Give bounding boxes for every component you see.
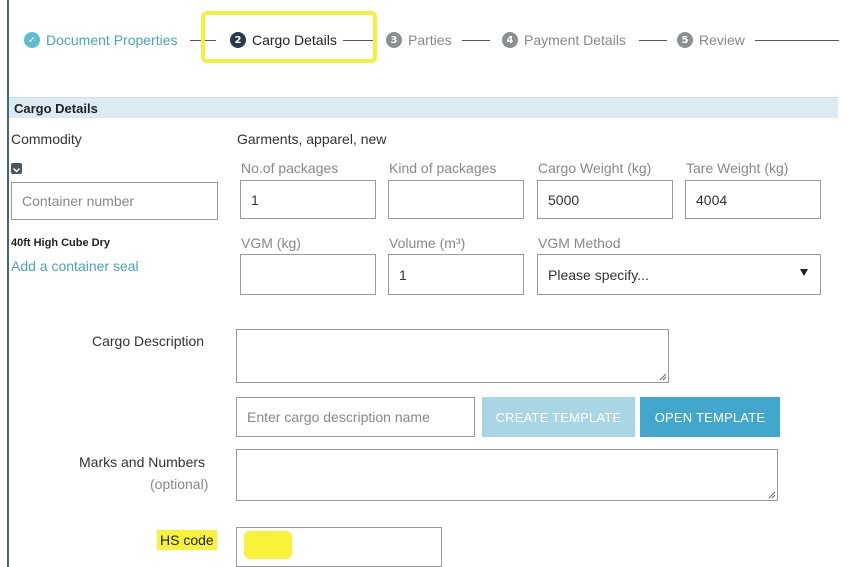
cargo-description-name-input[interactable] bbox=[236, 397, 475, 437]
step-review[interactable]: 5 Review bbox=[677, 26, 745, 54]
resize-grip-icon[interactable] bbox=[768, 491, 776, 499]
left-border bbox=[7, 0, 9, 567]
cargo-weight-label: Cargo Weight (kg) bbox=[538, 160, 652, 176]
step-document-properties[interactable]: ✓ Document Properties bbox=[24, 26, 178, 54]
create-template-button[interactable]: CREATE TEMPLATE bbox=[482, 397, 635, 437]
marks-numbers-optional: (optional) bbox=[150, 476, 209, 492]
vgm-label: VGM (kg) bbox=[241, 235, 301, 251]
step-parties[interactable]: 3 Parties bbox=[386, 26, 452, 54]
step-number: 5 bbox=[677, 32, 693, 48]
volume-label: Volume (m³) bbox=[389, 235, 466, 251]
step-label: Parties bbox=[408, 32, 452, 48]
check-icon: ✓ bbox=[24, 32, 40, 48]
cargo-weight-input[interactable] bbox=[537, 180, 673, 219]
volume-input[interactable] bbox=[388, 254, 524, 295]
kind-of-packages-label: Kind of packages bbox=[389, 160, 497, 176]
container-type: 40ft High Cube Dry bbox=[11, 237, 111, 249]
step-label: Document Properties bbox=[46, 32, 178, 48]
marks-numbers-label: Marks and Numbers bbox=[79, 454, 206, 470]
step-connector bbox=[462, 40, 490, 41]
step-payment-details[interactable]: 4 Payment Details bbox=[502, 26, 626, 54]
container-number-input[interactable] bbox=[11, 182, 218, 220]
section-header: Cargo Details bbox=[9, 97, 838, 118]
dropdown-arrow-icon bbox=[800, 269, 808, 276]
tare-weight-input[interactable] bbox=[685, 180, 821, 219]
annotation-highlight-box bbox=[201, 11, 377, 63]
step-label: Review bbox=[699, 32, 745, 48]
step-connector bbox=[639, 40, 667, 41]
kind-of-packages-input[interactable] bbox=[388, 180, 524, 219]
packages-input[interactable] bbox=[240, 180, 376, 219]
marks-numbers-textarea[interactable] bbox=[236, 449, 778, 501]
resize-grip-icon[interactable] bbox=[659, 373, 667, 381]
vgm-method-selected: Please specify... bbox=[548, 266, 649, 283]
commodity-value: Garments, apparel, new bbox=[237, 131, 387, 147]
open-template-button[interactable]: OPEN TEMPLATE bbox=[640, 397, 780, 437]
tare-weight-label: Tare Weight (kg) bbox=[686, 160, 789, 176]
step-number: 4 bbox=[502, 32, 518, 48]
cargo-description-label: Cargo Description bbox=[92, 333, 205, 349]
packages-label: No.of packages bbox=[241, 160, 339, 176]
chevron-down-square-icon[interactable] bbox=[11, 163, 22, 174]
vgm-input[interactable] bbox=[240, 254, 376, 295]
step-label: Payment Details bbox=[524, 32, 626, 48]
cargo-description-textarea[interactable] bbox=[236, 329, 669, 383]
progress-stepper: ✓ Document Properties 2 Cargo Details 3 … bbox=[0, 26, 847, 54]
hs-code-label: HS code bbox=[157, 530, 217, 550]
vgm-method-select[interactable]: Please specify... bbox=[537, 254, 821, 295]
step-number: 3 bbox=[386, 32, 402, 48]
annotation-highlight-mark bbox=[244, 531, 292, 559]
step-connector bbox=[755, 40, 839, 41]
commodity-label: Commodity bbox=[11, 131, 82, 147]
vgm-method-label: VGM Method bbox=[538, 235, 621, 251]
section-title: Cargo Details bbox=[14, 101, 98, 116]
add-container-seal-link[interactable]: Add a container seal bbox=[11, 258, 139, 274]
